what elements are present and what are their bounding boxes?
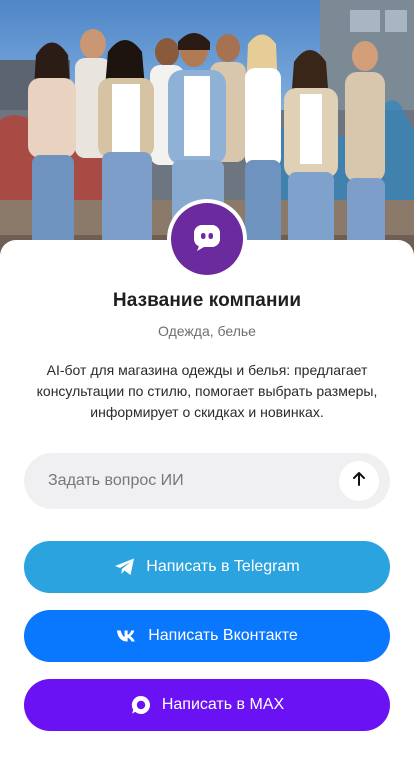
- telegram-button[interactable]: Написать в Telegram: [24, 541, 390, 593]
- max-icon: [130, 694, 152, 716]
- vk-button[interactable]: Написать Вконтакте: [24, 610, 390, 662]
- vk-button-label: Написать Вконтакте: [148, 627, 298, 644]
- page: Название компании Одежда, белье AI-бот д…: [0, 0, 414, 770]
- send-button[interactable]: [339, 461, 379, 501]
- max-button[interactable]: Написать в MAX: [24, 679, 390, 731]
- arrow-up-icon: [350, 470, 368, 493]
- telegram-button-label: Написать в Telegram: [146, 558, 300, 575]
- max-button-label: Написать в MAX: [161, 696, 285, 713]
- ask-ai-field: [24, 453, 390, 509]
- telegram-icon: [114, 557, 136, 577]
- company-description: AI-бот для магазина одежды и белья: пред…: [36, 362, 378, 420]
- company-name: Название компании: [112, 290, 302, 311]
- company-avatar: [167, 199, 247, 279]
- avatar-badge: [171, 203, 243, 275]
- company-category: Одежда, белье: [158, 323, 256, 339]
- ask-ai-input[interactable]: [24, 453, 334, 509]
- vk-icon: [116, 629, 138, 643]
- chat-bubble-icon: [189, 219, 225, 260]
